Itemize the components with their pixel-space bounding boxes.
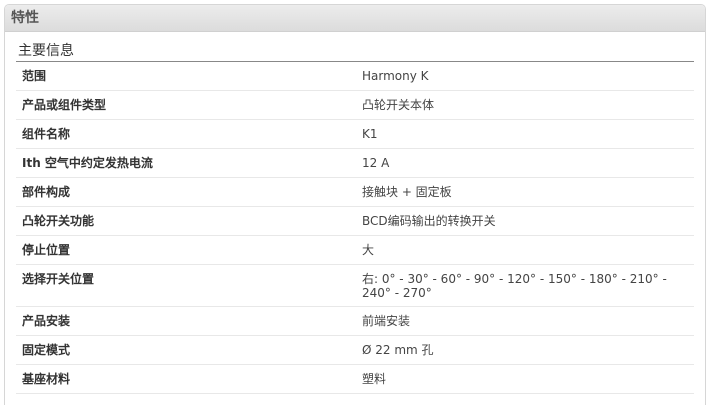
property-value: BCD编码输出的转换开关 xyxy=(362,214,496,228)
property-label: 基座材料 xyxy=(22,372,71,386)
property-label: 组件名称 xyxy=(22,127,71,141)
property-value: 大 xyxy=(362,243,375,257)
property-value: 前端安装 xyxy=(362,314,411,328)
property-label: 凸轮开关功能 xyxy=(22,214,95,228)
property-label: 选择开关位置 xyxy=(22,272,95,286)
property-label: Ith 空气中约定发热电流 xyxy=(22,156,153,170)
table-row: 基座材料 塑料 xyxy=(16,365,694,394)
table-row: 范围 Harmony K xyxy=(16,62,694,91)
table-row: 固定模式 Ø 22 mm 孔 xyxy=(16,336,694,365)
table-row: 产品安装 前端安装 xyxy=(16,307,694,336)
property-value: 塑料 xyxy=(362,372,387,386)
property-value: 右: 0° - 30° - 60° - 90° - 120° - 150° - … xyxy=(362,272,667,300)
properties-table: 范围 Harmony K 产品或组件类型 凸轮开关本体 组件名称 K1 Ith … xyxy=(16,62,694,394)
table-row: 选择开关位置 右: 0° - 30° - 60° - 90° - 120° - … xyxy=(16,265,694,307)
property-value: 接触块 + 固定板 xyxy=(362,185,452,199)
property-label: 产品安装 xyxy=(22,314,71,328)
section-title: 主要信息 xyxy=(16,42,694,62)
property-label: 范围 xyxy=(22,69,47,83)
table-row: 组件名称 K1 xyxy=(16,120,694,149)
property-label: 产品或组件类型 xyxy=(22,98,107,112)
table-row: 凸轮开关功能 BCD编码输出的转换开关 xyxy=(16,207,694,236)
property-value: 凸轮开关本体 xyxy=(362,98,435,112)
table-row: 产品或组件类型 凸轮开关本体 xyxy=(16,91,694,120)
property-label: 停止位置 xyxy=(22,243,71,257)
property-label: 部件构成 xyxy=(22,185,71,199)
property-value: 12 A xyxy=(362,156,390,170)
property-value: Harmony K xyxy=(362,69,429,83)
property-label: 固定模式 xyxy=(22,343,71,357)
property-value: Ø 22 mm 孔 xyxy=(362,343,434,357)
table-row: 部件构成 接触块 + 固定板 xyxy=(16,178,694,207)
panel-title: 特性 xyxy=(5,5,705,32)
property-value: K1 xyxy=(362,127,378,141)
table-row: Ith 空气中约定发热电流 12 A xyxy=(16,149,694,178)
table-row: 停止位置 大 xyxy=(16,236,694,265)
characteristics-panel: 特性 主要信息 范围 Harmony K 产品或组件类型 凸轮开关本体 组件名称… xyxy=(4,4,706,405)
main-info-section: 主要信息 范围 Harmony K 产品或组件类型 凸轮开关本体 组件名称 K1… xyxy=(16,42,694,394)
